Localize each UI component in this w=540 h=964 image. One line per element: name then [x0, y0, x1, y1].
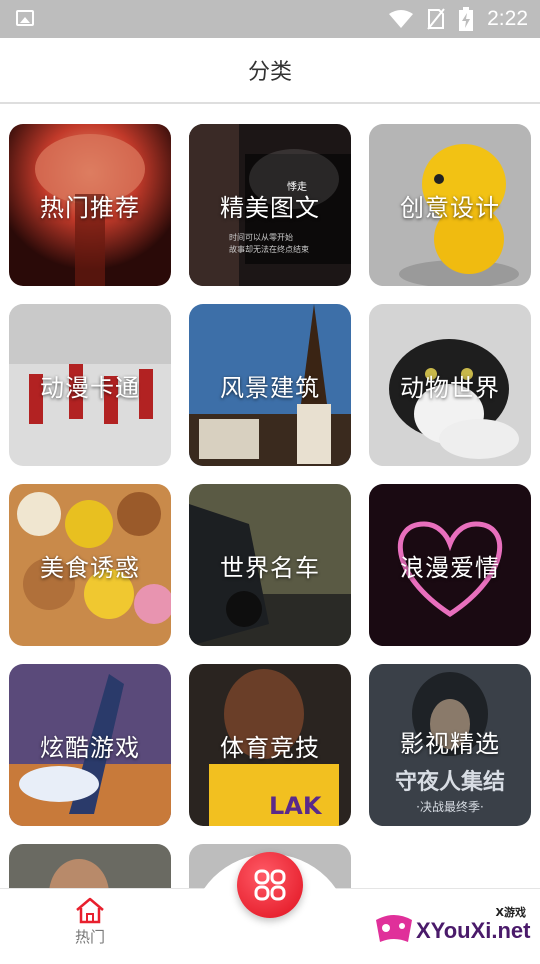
category-tile-animals[interactable]: 动物世界: [369, 304, 531, 466]
category-tile-sports[interactable]: LAK 体育竞技: [189, 664, 351, 826]
category-label: 世界名车: [220, 553, 320, 582]
category-center-button[interactable]: [237, 852, 303, 918]
category-label: 动漫卡通: [40, 373, 140, 402]
category-tile-partial-1[interactable]: [9, 844, 171, 888]
category-tile-graphic[interactable]: 悸走 精美图文 时间可以从零开始 故事却无法在终点结束: [189, 124, 351, 286]
category-label: 炫酷游戏: [40, 733, 140, 762]
category-tile-food[interactable]: 美食诱惑: [9, 484, 171, 646]
category-label: 影视精选: [400, 729, 500, 758]
svg-text:LAK: LAK: [269, 792, 323, 820]
no-sim-icon: [427, 8, 445, 30]
category-tile-design[interactable]: 创意设计: [369, 124, 531, 286]
category-tile-anime[interactable]: 动漫卡通: [9, 304, 171, 466]
category-label: 动物世界: [400, 373, 500, 402]
neon-caption: 时间可以从零开始 故事却无法在终点结束: [229, 232, 309, 256]
neon-caption-line2: 故事却无法在终点结束: [229, 245, 309, 254]
battery-charging-icon: [459, 7, 474, 31]
category-tile-scenery[interactable]: 风景建筑: [189, 304, 351, 466]
wifi-icon: [389, 10, 414, 28]
category-tile-hot[interactable]: 热门推荐: [9, 124, 171, 286]
movie-poster-title: 守夜人集结: [394, 770, 505, 795]
category-label: 创意设计: [400, 193, 500, 222]
gamepad-logo-icon: [376, 915, 412, 942]
watermark: X游戏 XYouXi.net: [372, 902, 540, 960]
nav-tab-hot[interactable]: 热门: [60, 896, 120, 956]
movie-poster-text: 守夜人集结 ·决战最终季·: [369, 764, 531, 815]
category-label: 热门推荐: [40, 193, 140, 222]
category-label: 风景建筑: [220, 373, 320, 402]
neon-caption-line1: 时间可以从零开始: [229, 233, 293, 242]
page-title: 分类: [247, 60, 292, 85]
header: 分类: [0, 38, 540, 104]
nav-tab-hot-label: 热门: [74, 928, 105, 946]
category-tile-games[interactable]: 炫酷游戏: [9, 664, 171, 826]
category-tile-movies[interactable]: 影视精选 守夜人集结 ·决战最终季·: [369, 664, 531, 826]
image-notification-icon: [16, 10, 34, 26]
category-label: 美食诱惑: [40, 553, 140, 582]
portrait-image: [9, 844, 171, 888]
watermark-text: XYouXi.net: [416, 918, 531, 943]
category-tile-cars[interactable]: 世界名车: [189, 484, 351, 646]
category-label: 体育竞技: [220, 733, 320, 762]
category-label: 精美图文: [220, 193, 320, 222]
status-bar: 2:22: [0, 0, 540, 38]
category-grid: 热门推荐 悸走 精美图文 时间可以从零开始 故事却无法在终点结束 创意设计 动漫…: [0, 104, 540, 888]
movie-poster-subtitle: ·决战最终季·: [416, 800, 484, 814]
category-tile-romance[interactable]: 浪漫爱情: [369, 484, 531, 646]
grid-menu-icon: [254, 869, 286, 901]
category-label: 浪漫爱情: [400, 553, 500, 582]
home-icon: [76, 897, 104, 924]
status-icons: 2:22: [389, 0, 528, 38]
status-time: 2:22: [487, 7, 528, 30]
